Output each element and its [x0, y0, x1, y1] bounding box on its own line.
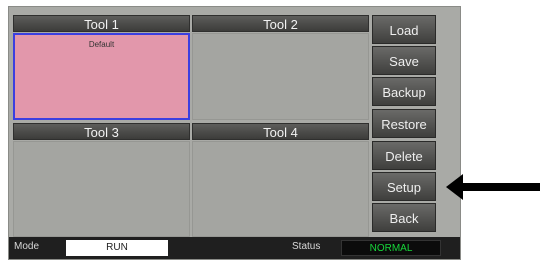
tool-slot-4[interactable]: Tool 4: [192, 123, 369, 237]
tool-1-title: Tool 1: [13, 15, 190, 32]
tool-2-title: Tool 2: [192, 15, 369, 32]
tool-slot-3[interactable]: Tool 3: [13, 123, 190, 237]
mode-value: RUN: [66, 240, 168, 256]
tool-4-body[interactable]: [192, 141, 369, 237]
back-button[interactable]: Back: [372, 203, 436, 232]
tool-4-title: Tool 4: [192, 123, 369, 140]
tool-slot-2[interactable]: Tool 2: [192, 15, 369, 120]
mode-label: Mode: [14, 241, 40, 252]
tool-panel: Tool 1 Default Tool 2 Tool 3 Tool 4 Load…: [8, 6, 461, 260]
tool-1-body[interactable]: Default: [13, 33, 190, 120]
setup-button[interactable]: Setup: [372, 172, 436, 201]
status-value: NORMAL: [341, 240, 441, 256]
status-label: Status: [292, 241, 321, 252]
tool-3-body[interactable]: [13, 141, 190, 237]
tool-slot-1[interactable]: Tool 1 Default: [13, 15, 190, 120]
backup-button[interactable]: Backup: [372, 77, 436, 106]
tool-2-body[interactable]: [192, 33, 369, 120]
load-button[interactable]: Load: [372, 15, 436, 44]
restore-button[interactable]: Restore: [372, 109, 436, 138]
tool-3-title: Tool 3: [13, 123, 190, 140]
arrow-left-icon: [446, 174, 540, 200]
tool-1-program-label: Default: [88, 40, 115, 49]
delete-button[interactable]: Delete: [372, 141, 436, 170]
status-bar: Mode RUN Status NORMAL: [9, 237, 460, 259]
save-button[interactable]: Save: [372, 46, 436, 75]
